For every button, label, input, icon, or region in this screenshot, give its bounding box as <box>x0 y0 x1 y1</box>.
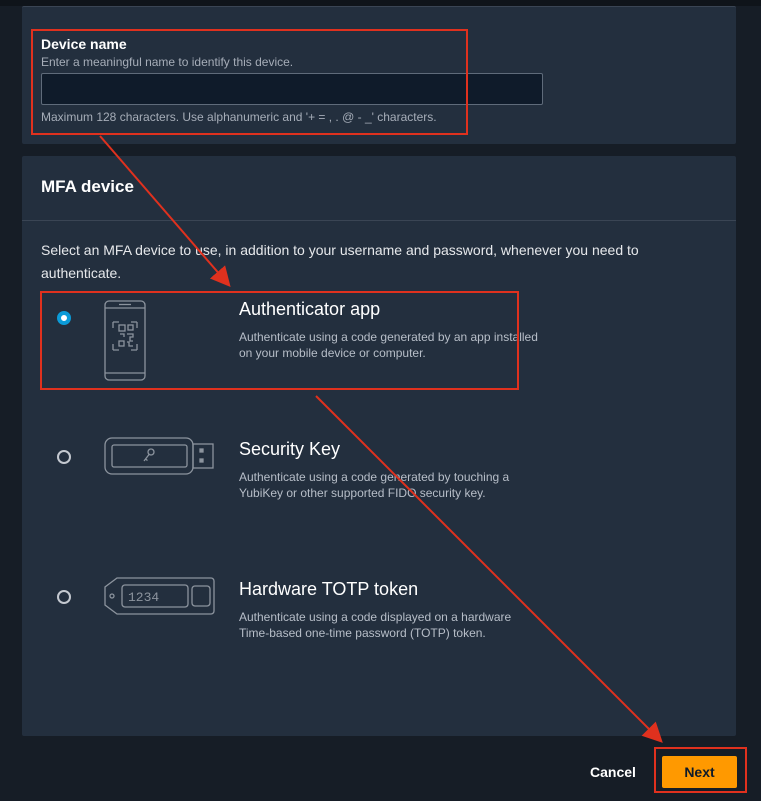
device-name-input[interactable] <box>41 73 543 105</box>
next-button[interactable]: Next <box>662 756 737 788</box>
usb-key-icon <box>103 436 215 481</box>
device-name-label: Device name <box>41 36 127 52</box>
device-name-panel: Device name Enter a meaningful name to i… <box>22 6 736 144</box>
mfa-option-authenticator-app[interactable]: Authenticator app Authenticate using a c… <box>41 292 538 390</box>
radio-security-key[interactable] <box>57 450 71 464</box>
hardware-totp-title: Hardware TOTP token <box>239 579 419 599</box>
security-key-description: Authenticate using a code generated by t… <box>239 470 510 500</box>
radio-hardware-totp[interactable] <box>57 590 71 604</box>
authenticator-app-description: Authenticate using a code generated by a… <box>239 330 538 360</box>
mfa-device-panel: MFA device Select an MFA device to use, … <box>22 156 736 736</box>
mfa-option-security-key[interactable]: Security Key Authenticate using a code g… <box>41 432 519 530</box>
hardware-totp-description: Authenticate using a code displayed on a… <box>239 610 512 640</box>
page-frame: Device name Enter a meaningful name to i… <box>0 0 761 801</box>
phone-qr-icon <box>99 300 149 387</box>
device-name-hint: Enter a meaningful name to identify this… <box>41 55 294 69</box>
mfa-device-title: MFA device <box>41 177 134 196</box>
radio-authenticator-app[interactable] <box>57 311 71 325</box>
mfa-device-description: Select an MFA device to use, in addition… <box>41 242 639 281</box>
cancel-button[interactable]: Cancel <box>578 757 648 787</box>
totp-token-icon: 1234 <box>103 576 215 621</box>
mfa-option-hardware-totp[interactable]: 1234 Hardware TOTP token Authenticate us… <box>41 572 519 670</box>
device-name-constraint: Maximum 128 characters. Use alphanumeric… <box>41 110 437 124</box>
security-key-title: Security Key <box>239 439 341 459</box>
totp-display-text: 1234 <box>128 590 159 605</box>
mfa-device-header: MFA device <box>22 156 736 221</box>
authenticator-app-title: Authenticator app <box>239 299 381 319</box>
